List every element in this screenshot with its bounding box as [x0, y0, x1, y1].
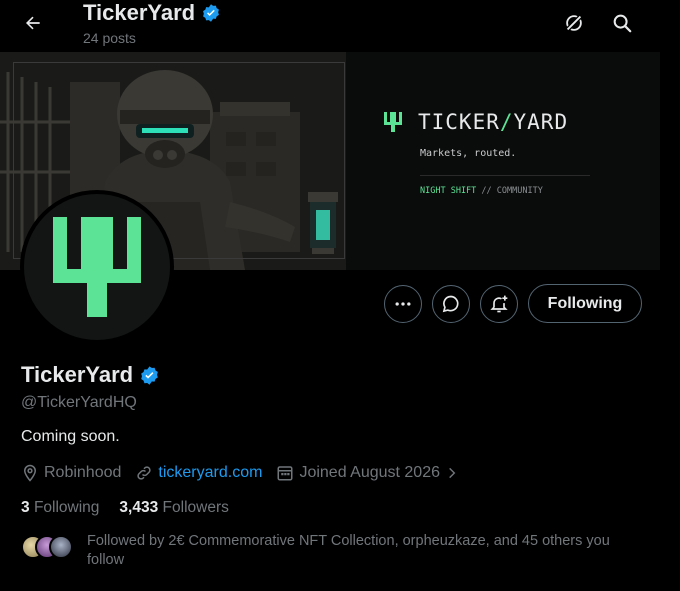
avatar[interactable] — [20, 190, 174, 344]
banner-tagline: Markets, routed. — [420, 148, 517, 159]
banner-brand: TICKER/YARD — [382, 110, 568, 134]
profile-name: TickerYard — [21, 362, 160, 388]
grok-chat-button[interactable] — [432, 285, 470, 323]
location-item: Robinhood — [21, 464, 121, 482]
profile-bio: Coming soon. — [21, 428, 120, 445]
verified-badge-icon — [203, 4, 220, 22]
scrollbar-track[interactable] — [660, 0, 680, 591]
banner-community: NIGHT SHIFT // COMMUNITY — [420, 186, 543, 196]
header-title: TickerYard — [83, 0, 221, 26]
back-arrow-icon[interactable] — [18, 8, 48, 38]
more-dots-icon — [395, 302, 411, 306]
website-link[interactable]: tickeryard.com — [158, 464, 262, 482]
follower-avatar — [49, 535, 73, 559]
banner-brand-text: TICKER/YARD — [418, 110, 569, 134]
followed-by[interactable]: Followed by 2€ Commemorative NFT Collect… — [21, 532, 641, 570]
post-count: 24 posts — [83, 30, 136, 46]
header-title-block: TickerYard 24 posts — [83, 0, 221, 46]
followers-count-link[interactable]: 3,433 Followers — [119, 499, 228, 517]
link-icon — [137, 466, 152, 480]
banner-brand-panel: TICKER/YARD Markets, routed. NIGHT SHIFT… — [346, 52, 660, 270]
following-button[interactable]: Following — [528, 284, 642, 323]
bell-plus-icon — [490, 295, 508, 313]
search-icon[interactable] — [607, 8, 637, 38]
banner-divider — [420, 175, 590, 176]
joined-text: Joined August 2026 — [299, 464, 440, 481]
notifications-button[interactable] — [480, 285, 518, 323]
following-count-link[interactable]: 3 Following — [21, 499, 99, 517]
more-button[interactable] — [384, 285, 422, 323]
joined-item[interactable]: Joined August 2026 — [276, 464, 459, 482]
profile-name-text: TickerYard — [21, 362, 134, 387]
website-item[interactable]: tickeryard.com — [135, 464, 262, 482]
chevron-right-icon — [449, 467, 456, 479]
profile-meta: Robinhood tickeryard.com Joined August 2… — [21, 462, 473, 484]
grok-icon[interactable] — [559, 8, 589, 38]
header-title-text: TickerYard — [83, 0, 196, 25]
followed-by-text: Followed by 2€ Commemorative NFT Collect… — [87, 533, 610, 568]
chat-bubble-icon — [442, 295, 459, 313]
trident-logo-icon — [384, 112, 402, 132]
follow-counts: 3 Following 3,433 Followers — [21, 499, 229, 517]
trident-avatar-icon — [53, 217, 141, 317]
followed-by-avatars — [21, 535, 81, 559]
profile-handle: @TickerYardHQ — [21, 394, 137, 411]
verified-badge-icon[interactable] — [139, 365, 160, 386]
location-text: Robinhood — [44, 464, 122, 481]
top-bar: TickerYard 24 posts — [0, 0, 680, 52]
calendar-icon — [277, 466, 293, 481]
location-pin-icon — [23, 464, 37, 482]
